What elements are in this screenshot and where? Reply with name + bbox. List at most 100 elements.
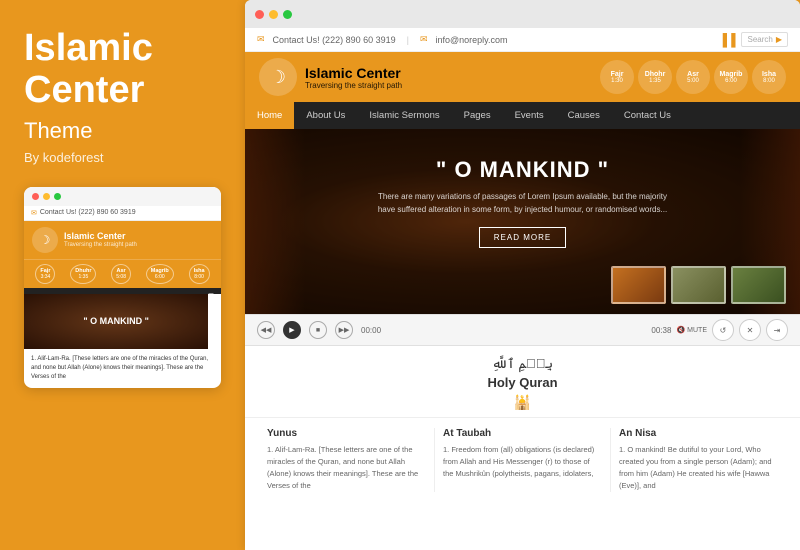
top-bar-email: info@noreply.com: [436, 35, 508, 45]
pt-dhuhr-time: 1:35: [649, 78, 661, 84]
pt-magrib: Magrib 6:00: [714, 60, 748, 94]
mobile-prayer-times: Fajr 3:34 Dhuhr 1:35 Asr 5:08 Magrib 6:0…: [24, 259, 221, 288]
site-nav: Home About Us Islamic Sermons Pages Even…: [245, 102, 800, 129]
mobile-prayer-asr: Asr 5:08: [111, 264, 131, 284]
dot-red: [32, 193, 39, 200]
col-nisa-text: 1. O mankind! Be dutiful to your Lord, W…: [619, 444, 778, 492]
nav-events[interactable]: Events: [503, 102, 556, 129]
col-yunus-title: Yunus: [267, 428, 426, 439]
pt-fajr-name: Fajr: [611, 71, 624, 78]
thumb-1[interactable]: [611, 266, 666, 304]
hero-text: There are many variations of passages of…: [373, 191, 673, 217]
top-bar-contact: Contact Us! (222) 890 60 3919: [273, 35, 396, 45]
content-col-taubah: At Taubah 1. Freedom from (all) obligati…: [435, 428, 611, 492]
content-columns: Yunus 1. Alif-Lam-Ra. [These letters are…: [245, 418, 800, 502]
left-subtitle: Theme: [24, 118, 221, 144]
pt-asr-time: 5:00: [687, 78, 699, 84]
chart-icon: ▐▐: [718, 33, 735, 47]
pt-fajr-time: 1:30: [611, 78, 623, 84]
mute-label: MUTE: [687, 327, 707, 334]
player-icon-btn-1[interactable]: ↺: [712, 319, 734, 341]
site-logo-circle: ☽: [259, 58, 297, 96]
site-header: ☽ Islamic Center Traversing the straight…: [245, 52, 800, 102]
site-name-block: Islamic Center Traversing the straight p…: [305, 65, 402, 90]
pt-dhuhr-name: Dhohr: [645, 71, 666, 78]
nav-home[interactable]: Home: [245, 102, 294, 129]
col-nisa-title: An Nisa: [619, 428, 778, 439]
top-bar-sep: |: [407, 35, 409, 45]
search-box[interactable]: Search ▶: [741, 32, 788, 47]
site-top-bar: ✉ Contact Us! (222) 890 60 3919 | ✉ info…: [245, 28, 800, 52]
pt-dhuhr: Dhohr 1:35: [638, 60, 672, 94]
content-col-nisa: An Nisa 1. O mankind! Be dutiful to your…: [611, 428, 786, 492]
hero-section: " O MANKIND " There are many variations …: [245, 129, 800, 314]
player-right-controls: 00:38 🔇 MUTE ↺ ✕ ⇥: [651, 319, 788, 341]
mobile-contact-bar: ✉ Contact Us! (222) 890 60 3919: [24, 206, 221, 221]
quran-arabic-text: بِسۡمِ ٱللَّهِ: [245, 356, 800, 372]
thumb-3[interactable]: [731, 266, 786, 304]
mobile-hero: " O MANKIND ": [24, 294, 208, 349]
mobile-site-name: Islamic Center: [64, 231, 137, 243]
player-bar: ◀◀ ▶ ■ ▶▶ 00:00 00:38 🔇 MUTE ↺ ✕ ⇥: [245, 314, 800, 346]
mobile-body-text: 1. Alif-Lam-Ra. [These letters are one o…: [24, 349, 221, 388]
col-taubah-title: At Taubah: [443, 428, 602, 439]
pt-magrib-name: Magrib: [720, 71, 743, 78]
nav-about[interactable]: About Us: [294, 102, 357, 129]
browser-chrome: [245, 0, 800, 28]
browser-panel: ✉ Contact Us! (222) 890 60 3919 | ✉ info…: [245, 0, 800, 550]
left-title: IslamicCenter: [24, 28, 221, 112]
mobile-prayer-fajr: Fajr 3:34: [35, 264, 55, 284]
site-logo-area: ☽ Islamic Center Traversing the straight…: [259, 58, 600, 96]
hero-content: " O MANKIND " There are many variations …: [245, 129, 800, 248]
hero-title: " O MANKIND ": [305, 157, 740, 183]
pt-asr-name: Asr: [687, 71, 699, 78]
quran-title: Holy Quran: [245, 375, 800, 390]
nav-contact[interactable]: Contact Us: [612, 102, 683, 129]
player-time-start: 00:00: [361, 326, 381, 335]
mobile-preview: ✉ Contact Us! (222) 890 60 3919 ☽ Islami…: [24, 187, 221, 388]
player-prev-button[interactable]: ◀◀: [257, 321, 275, 339]
hero-thumbnails: [611, 266, 786, 304]
top-bar-email-icon: ✉: [420, 34, 428, 45]
mobile-topbar: [24, 187, 221, 206]
player-mute-button[interactable]: 🔇 MUTE: [676, 326, 707, 334]
envelope-icon: ✉: [31, 209, 37, 217]
browser-dot-yellow[interactable]: [269, 10, 278, 19]
mobile-prayer-dhuhr: Dhuhr 1:35: [70, 264, 96, 284]
player-play-button[interactable]: ▶: [283, 321, 301, 339]
hero-read-more-button[interactable]: READ MORE: [479, 227, 566, 248]
top-bar-envelope-icon: ✉: [257, 34, 265, 45]
mobile-contact-text: Contact Us! (222) 890 60 3919: [40, 209, 136, 216]
nav-sermons[interactable]: Islamic Sermons: [357, 102, 451, 129]
content-col-yunus: Yunus 1. Alif-Lam-Ra. [These letters are…: [259, 428, 435, 492]
thumb-2[interactable]: [671, 266, 726, 304]
browser-dot-green[interactable]: [283, 10, 292, 19]
quran-section: بِسۡمِ ٱللَّهِ Holy Quran 🕌: [245, 346, 800, 418]
col-taubah-text: 1. Freedom from (all) obligations (is de…: [443, 444, 602, 480]
dot-green: [54, 193, 61, 200]
nav-causes[interactable]: Causes: [556, 102, 612, 129]
player-icon-btn-3[interactable]: ⇥: [766, 319, 788, 341]
search-submit-icon[interactable]: ▶: [776, 35, 782, 44]
player-next-button[interactable]: ▶▶: [335, 321, 353, 339]
pt-fajr: Fajr 1:30: [600, 60, 634, 94]
player-stop-button[interactable]: ■: [309, 321, 327, 339]
pt-isha-time: 8:00: [763, 78, 775, 84]
pt-asr: Asr 5:00: [676, 60, 710, 94]
pt-magrib-time: 6:00: [725, 78, 737, 84]
nav-pages[interactable]: Pages: [452, 102, 503, 129]
mobile-header: ☽ Islamic Center Traversing the straight…: [24, 221, 221, 259]
top-bar-right: ▐▐ Search ▶: [718, 32, 788, 47]
search-placeholder: Search: [747, 35, 772, 44]
mobile-logo: ☽: [32, 227, 58, 253]
mobile-hero-title: " O MANKIND ": [83, 316, 149, 326]
player-icon-btn-2[interactable]: ✕: [739, 319, 761, 341]
prayer-times-header: Fajr 1:30 Dhohr 1:35 Asr 5:00 Magrib 6:0…: [600, 60, 786, 94]
dot-yellow: [43, 193, 50, 200]
pt-isha-name: Isha: [762, 71, 776, 78]
col-yunus-text: 1. Alif-Lam-Ra. [These letters are one o…: [267, 444, 426, 492]
mobile-prayer-isha: Isha 8:00: [189, 264, 210, 284]
left-by: By kodeforest: [24, 150, 221, 165]
player-time-end: 00:38: [651, 326, 671, 335]
browser-dot-red[interactable]: [255, 10, 264, 19]
